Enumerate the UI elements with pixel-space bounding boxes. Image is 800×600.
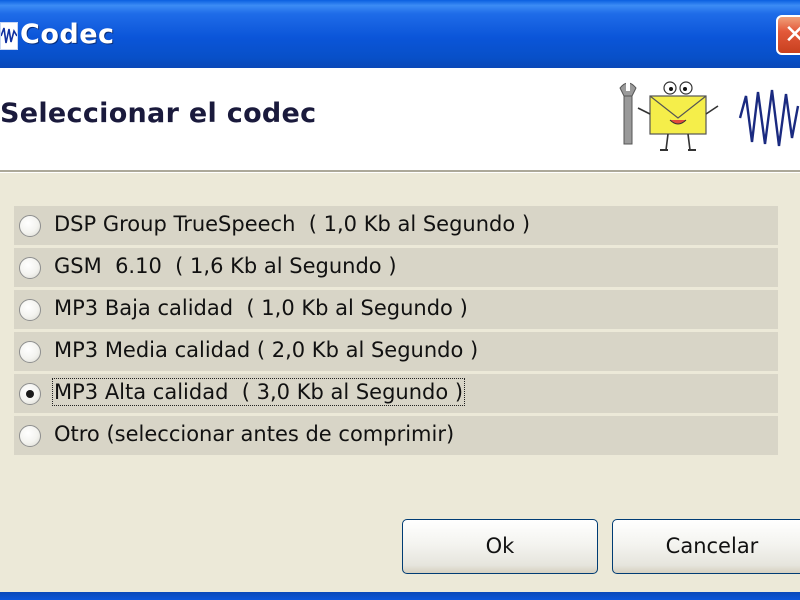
header-divider-highlight	[0, 172, 800, 173]
codec-option[interactable]: DSP Group TrueSpeech ( 1,0 Kb al Segundo…	[14, 206, 778, 245]
radio-button-checked[interactable]	[19, 383, 41, 405]
wrench-icon	[619, 82, 637, 145]
codec-option-selected[interactable]: MP3 Alta calidad ( 3,0 Kb al Segundo )	[14, 374, 778, 413]
radio-button[interactable]	[19, 341, 41, 363]
codec-option-label[interactable]: DSP Group TrueSpeech ( 1,0 Kb al Segundo…	[54, 212, 530, 236]
dialog-heading: Seleccionar el codec	[0, 98, 317, 129]
codec-option[interactable]: MP3 Media calidad ( 2,0 Kb al Segundo )	[14, 332, 778, 371]
envelope-mascot-icon	[619, 81, 719, 151]
codec-option[interactable]: MP3 Baja calidad ( 1,0 Kb al Segundo )	[14, 290, 778, 329]
close-button[interactable]: ✕	[776, 15, 800, 55]
waveform-icon	[738, 89, 800, 147]
waveform-icon	[0, 22, 18, 50]
title-bar[interactable]: Codec ✕	[0, 0, 800, 68]
codec-option-label[interactable]: MP3 Alta calidad ( 3,0 Kb al Segundo )	[51, 378, 466, 406]
codec-option-label[interactable]: MP3 Baja calidad ( 1,0 Kb al Segundo )	[54, 296, 468, 320]
radio-dot-icon	[26, 390, 34, 398]
window-title: Codec	[20, 19, 115, 50]
window-bottom-border	[0, 592, 800, 600]
radio-button[interactable]	[19, 299, 41, 321]
codec-option[interactable]: GSM 6.10 ( 1,6 Kb al Segundo )	[14, 248, 778, 287]
dialog-header: Seleccionar el codec	[0, 68, 800, 170]
close-icon: ✕	[784, 20, 800, 50]
codec-dialog: Codec ✕ Seleccionar el codec DSP Group T…	[0, 0, 800, 600]
codec-option-list: DSP Group TrueSpeech ( 1,0 Kb al Segundo…	[14, 206, 778, 458]
radio-button[interactable]	[19, 425, 41, 447]
radio-button[interactable]	[19, 215, 41, 237]
codec-option-label[interactable]: MP3 Media calidad ( 2,0 Kb al Segundo )	[54, 338, 478, 362]
codec-option-label[interactable]: Otro (seleccionar antes de comprimir)	[54, 422, 454, 446]
radio-button[interactable]	[19, 257, 41, 279]
codec-option-label[interactable]: GSM 6.10 ( 1,6 Kb al Segundo )	[54, 254, 397, 278]
ok-button[interactable]: Ok	[402, 519, 598, 574]
codec-option[interactable]: Otro (seleccionar antes de comprimir)	[14, 416, 778, 455]
cancel-button[interactable]: Cancelar	[612, 519, 800, 574]
